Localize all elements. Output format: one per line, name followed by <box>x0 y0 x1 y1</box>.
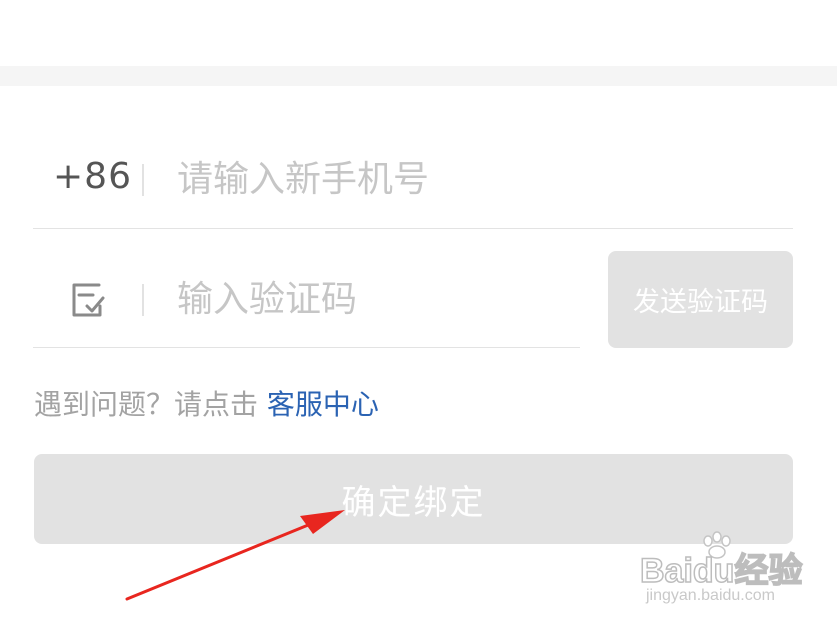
section-separator <box>0 66 837 86</box>
phone-number-input[interactable] <box>177 152 777 206</box>
baidu-jingyan-watermark: Baidu经验 jingyan.baidu.com <box>639 531 830 610</box>
header-area <box>0 0 837 66</box>
help-prefix: 遇到问题？请点击 <box>34 388 259 421</box>
field-divider <box>142 284 144 316</box>
bind-phone-page: +86 发送验证码 遇到问题？请点击 客服中心 确定绑定 Baidu经验 jin… <box>0 0 837 624</box>
verify-code-icon <box>72 283 105 317</box>
watermark-url: jingyan.baidu.com <box>646 587 775 604</box>
customer-service-link[interactable]: 客服中心 <box>267 388 379 421</box>
field-divider <box>142 164 144 196</box>
send-code-button[interactable]: 发送验证码 <box>608 251 793 348</box>
help-text: 遇到问题？请点击 客服中心 <box>34 383 379 423</box>
phone-input-row: +86 <box>33 132 793 229</box>
country-code[interactable]: +86 <box>53 156 132 197</box>
confirm-bind-button[interactable]: 确定绑定 <box>34 454 793 544</box>
verification-code-row <box>33 250 580 348</box>
verification-code-input[interactable] <box>177 272 567 326</box>
watermark-brand: Baidu经验 <box>639 551 803 591</box>
